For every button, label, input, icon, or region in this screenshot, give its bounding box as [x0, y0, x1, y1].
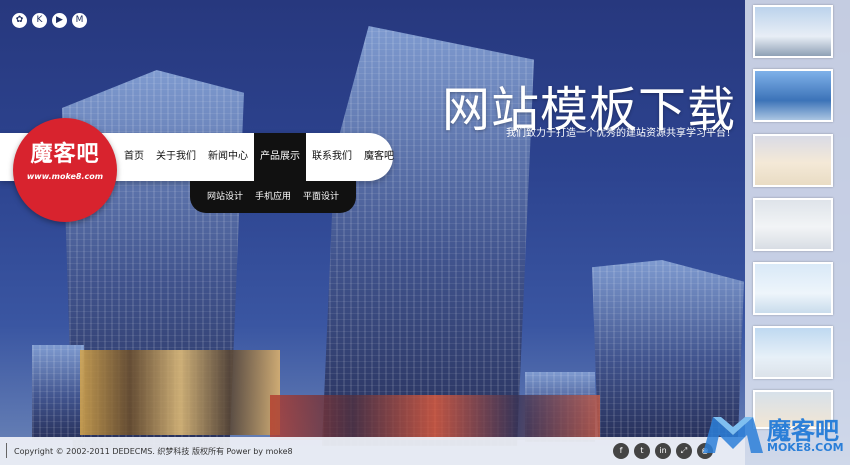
- share-icon[interactable]: ⤢: [676, 443, 692, 459]
- submenu-item-web-design[interactable]: 网站设计: [201, 181, 249, 213]
- linkedin-icon[interactable]: in: [655, 443, 671, 459]
- thumbnail[interactable]: [753, 198, 833, 251]
- footer-social-icons: f t in ⤢ ◉: [613, 443, 713, 459]
- twitter-icon[interactable]: t: [634, 443, 650, 459]
- main-menu: 首页 关于我们 新闻中心 产品展示 联系我们 魔客吧: [118, 133, 400, 181]
- thumbnail-active[interactable]: [753, 69, 833, 122]
- copyright-text: Copyright © 2002-2011 DEDECMS. 织梦科技 版权所有…: [14, 447, 293, 456]
- thumbnail-strip: [745, 0, 850, 465]
- footer-divider: [6, 443, 7, 458]
- nav-item-moke8[interactable]: 魔客吧: [358, 133, 400, 181]
- watermark-logo-icon: [703, 417, 763, 453]
- mall-storefront: [80, 350, 280, 435]
- banner-subline: 我们致力于打造一个优秀的建站资源共享学习平台！: [506, 128, 736, 139]
- facebook-icon[interactable]: f: [613, 443, 629, 459]
- nav-item-contact[interactable]: 联系我们: [306, 133, 358, 181]
- submenu-item-graphic-design[interactable]: 平面设计: [297, 181, 345, 213]
- building-small-left: [32, 345, 84, 440]
- nav-item-home[interactable]: 首页: [118, 133, 150, 181]
- k-icon[interactable]: K: [32, 13, 47, 28]
- logo-url: www.moke8.com: [26, 172, 104, 181]
- watermark: 魔客吧 MOKE8.COM: [701, 411, 844, 457]
- m-icon[interactable]: M: [72, 13, 87, 28]
- site-logo[interactable]: 魔客吧 www.moke8.com: [13, 118, 117, 222]
- logo-title: 魔客吧: [30, 142, 100, 167]
- watermark-url: MOKE8.COM: [767, 441, 844, 454]
- nav-item-products[interactable]: 产品展示: [254, 133, 306, 181]
- nav-item-about[interactable]: 关于我们: [150, 133, 202, 181]
- thumbnail[interactable]: [753, 134, 833, 187]
- thumbnail[interactable]: [753, 326, 833, 379]
- thumbnail[interactable]: [753, 262, 833, 315]
- submenu-item-mobile-apps[interactable]: 手机应用: [249, 181, 297, 213]
- street-level-facade: [270, 395, 600, 440]
- top-social-icons: ✿ K ▶ M: [12, 13, 87, 28]
- products-submenu: 网站设计 手机应用 平面设计: [190, 181, 356, 213]
- weibo-icon[interactable]: ✿: [12, 13, 27, 28]
- play-icon[interactable]: ▶: [52, 13, 67, 28]
- nav-item-news[interactable]: 新闻中心: [202, 133, 254, 181]
- thumbnail[interactable]: [753, 5, 833, 58]
